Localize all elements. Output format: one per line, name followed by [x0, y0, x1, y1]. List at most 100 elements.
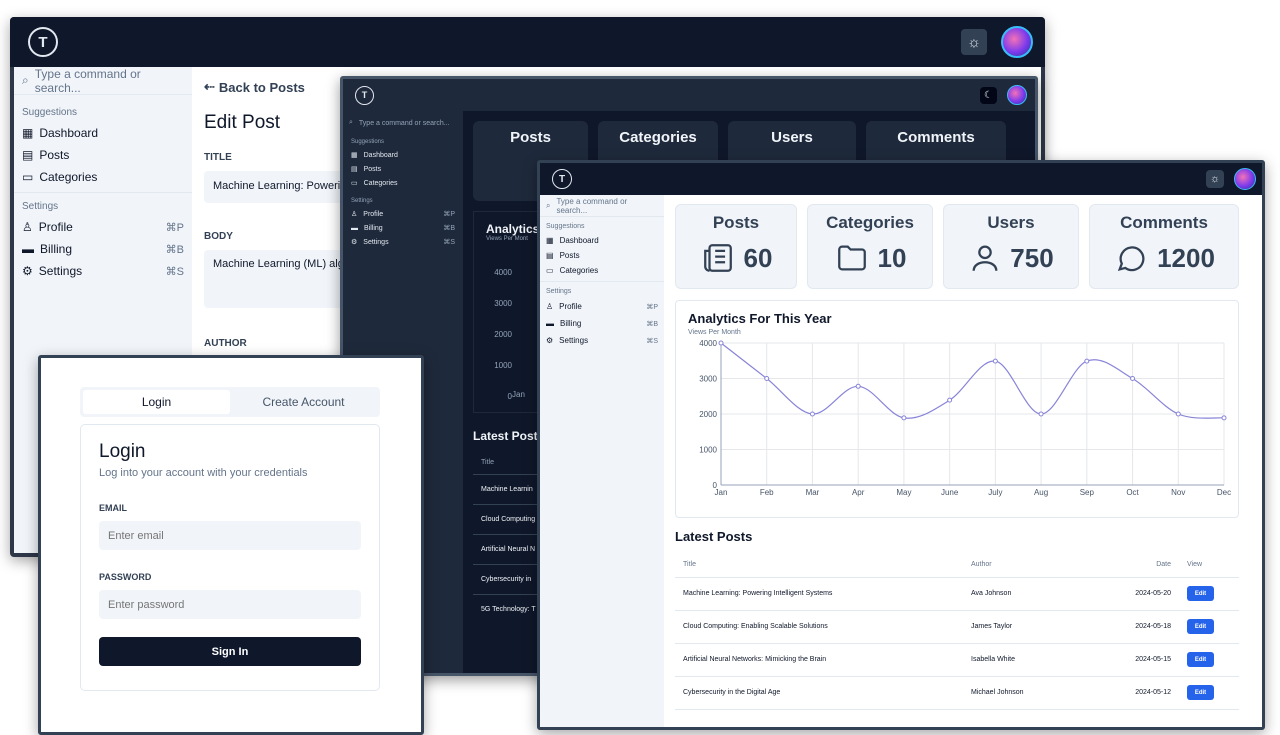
- x-tick-label: Dec: [1217, 488, 1231, 497]
- theme-toggle-button[interactable]: ☾: [980, 86, 997, 104]
- suggestions-group: Suggestions: [22, 107, 78, 118]
- command-search[interactable]: ⌕ Type a command or search...: [14, 67, 192, 95]
- table-row[interactable]: Artificial Neural N: [473, 535, 537, 565]
- theme-toggle-button[interactable]: ☼: [1206, 170, 1224, 188]
- settings-group: Settings: [22, 201, 59, 212]
- search-icon: ⌕: [546, 200, 551, 210]
- table-row[interactable]: 5G Technology: T: [473, 595, 537, 624]
- data-point: [764, 376, 770, 381]
- sidebar-item-profile[interactable]: ♙ Profile ⌘P: [540, 298, 664, 315]
- tab-login[interactable]: Login: [83, 390, 230, 414]
- data-point: [1038, 411, 1044, 417]
- sidebar-item-billing[interactable]: ▬ Billing ⌘B: [540, 315, 664, 332]
- avatar[interactable]: [1007, 85, 1027, 105]
- auth-tabs: Login Create Account: [80, 387, 380, 417]
- sidebar-item-profile[interactable]: ♙ Profile ⌘P: [14, 216, 192, 238]
- dark-x-tick: Jan: [512, 390, 525, 399]
- avatar[interactable]: [1234, 168, 1256, 190]
- password-field[interactable]: [99, 590, 361, 619]
- search-input[interactable]: Type a command or search...: [556, 197, 658, 215]
- light-main: Posts 60 Categories 10 Users 750 Comment…: [664, 195, 1262, 727]
- sidebar-item-dashboard[interactable]: ▦ Dashboard: [540, 233, 664, 248]
- analytics-subtitle: Views Per Mont: [486, 236, 528, 242]
- shortcut-hint: ⌘P: [443, 211, 455, 218]
- x-tick-label: Apr: [852, 488, 865, 497]
- shortcut-hint: ⌘P: [165, 221, 184, 234]
- sidebar-item-label: Settings: [38, 264, 83, 278]
- table-row: Artificial Neural Networks: Mimicking th…: [675, 643, 1239, 676]
- sidebar-item-billing[interactable]: ▬ Billing ⌘B: [343, 221, 463, 235]
- column-header-date[interactable]: Date: [1091, 552, 1171, 577]
- sidebar-item-posts[interactable]: ▤ Posts: [540, 248, 664, 263]
- table-row[interactable]: Cybersecurity in: [473, 565, 537, 595]
- sidebar-item-categories[interactable]: ▭ Categories: [540, 263, 664, 282]
- app-logo[interactable]: T: [355, 85, 374, 105]
- column-header-view[interactable]: View: [1171, 552, 1239, 577]
- analytics-title: Analytics: [486, 222, 540, 236]
- edit-button[interactable]: Edit: [1187, 685, 1214, 700]
- tab-create-account[interactable]: Create Account: [230, 390, 377, 414]
- email-field[interactable]: [99, 521, 361, 550]
- logo-letter: T: [558, 173, 566, 185]
- sidebar-item-billing[interactable]: ▬ Billing ⌘B: [14, 238, 192, 260]
- edit-button[interactable]: Edit: [1187, 586, 1214, 601]
- search-icon: ⌕: [22, 73, 29, 87]
- theme-toggle-button[interactable]: ☼: [961, 29, 987, 55]
- login-window: Login Create Account Login Log into your…: [38, 355, 424, 735]
- line-chart: 01000200030004000Jan Feb Mar Apr May June July…: [699, 339, 1231, 497]
- post-author: Ava Johnson: [971, 590, 1012, 597]
- edit-button[interactable]: Edit: [1187, 652, 1214, 667]
- dark-latest-heading: Latest Post: [473, 429, 538, 443]
- sidebar-item-label: Profile: [559, 302, 582, 311]
- sidebar-item-label: Settings: [559, 336, 589, 345]
- sidebar-item-categories[interactable]: ▭ Categories: [14, 166, 192, 193]
- sun-icon: ☼: [1209, 173, 1221, 185]
- stat-label: Posts: [510, 129, 551, 146]
- stat-value: 10: [877, 242, 907, 273]
- app-logo[interactable]: T: [552, 169, 572, 189]
- sidebar-item-dashboard[interactable]: ▦ Dashboard: [14, 122, 192, 144]
- sidebar-item-posts[interactable]: ▤ Posts: [14, 144, 192, 166]
- table-row[interactable]: Cloud Computing: [473, 505, 537, 535]
- shortcut-hint: ⌘S: [165, 265, 184, 278]
- sign-in-button[interactable]: Sign In: [99, 637, 361, 666]
- stat-label: Comments: [1120, 213, 1208, 232]
- y-tick: 3000: [494, 299, 512, 308]
- y-tick: 2000: [494, 330, 512, 339]
- command-search[interactable]: ⌕ Type a command or search...: [343, 114, 463, 132]
- sidebar-item-label: Dashboard: [363, 151, 398, 159]
- sidebar-item-dashboard[interactable]: ▦ Dashboard: [343, 148, 463, 162]
- folder-icon: ▭: [351, 180, 358, 187]
- sidebar: ⌕ Type a command or search... Suggestion…: [540, 195, 664, 727]
- sidebar-item-settings[interactable]: ⚙ Settings ⌘S: [540, 332, 664, 349]
- avatar[interactable]: [1001, 26, 1033, 58]
- credit-card-icon: ▬: [546, 319, 554, 328]
- sidebar-item-settings[interactable]: ⚙ Settings ⌘S: [343, 235, 463, 249]
- column-header-title[interactable]: Title: [675, 552, 971, 577]
- y-tick-label: 1000: [699, 446, 717, 455]
- post-date: 2024-05-12: [1135, 689, 1171, 696]
- edit-button[interactable]: Edit: [1187, 619, 1214, 634]
- grid-icon: ▦: [351, 152, 358, 159]
- dark-y-axis: 4000 3000 2000 1000 0: [488, 257, 512, 412]
- y-tick-label: 4000: [699, 339, 717, 348]
- sidebar-item-categories[interactable]: ▭ Categories: [343, 176, 463, 190]
- top-bar: T ☾: [343, 79, 1035, 111]
- app-logo[interactable]: T: [28, 27, 58, 57]
- search-input[interactable]: Type a command or search...: [35, 67, 184, 95]
- stat-label: Categories: [619, 129, 697, 146]
- command-search[interactable]: ⌕ Type a command or search...: [540, 195, 664, 217]
- column-header-author[interactable]: Author: [971, 552, 1091, 577]
- stat-card-categories: Categories 10: [807, 204, 933, 289]
- gear-icon: ⚙: [546, 336, 554, 345]
- newspaper-icon: ▤: [351, 166, 358, 173]
- search-input[interactable]: Type a command or search...: [359, 120, 450, 127]
- back-label: Back to Posts: [218, 79, 305, 95]
- data-point: [855, 383, 861, 389]
- sidebar-item-posts[interactable]: ▤ Posts: [343, 162, 463, 176]
- password-label: PASSWORD: [99, 572, 152, 582]
- sidebar-item-label: Billing: [40, 242, 73, 256]
- table-row[interactable]: Machine Learnin: [473, 475, 537, 505]
- sidebar-item-settings[interactable]: ⚙ Settings ⌘S: [14, 260, 192, 282]
- sidebar-item-profile[interactable]: ♙ Profile ⌘P: [343, 207, 463, 221]
